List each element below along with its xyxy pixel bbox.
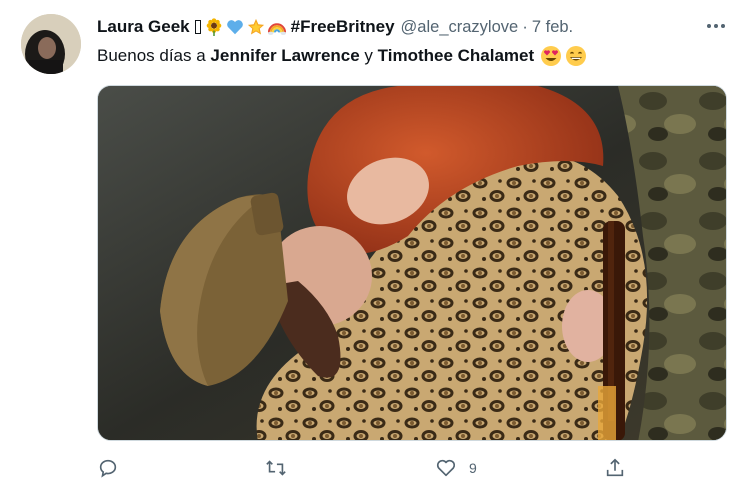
retweet-button[interactable] [265,456,287,480]
user-handle[interactable]: @ale_crazylove [401,18,519,37]
separator-dot: · [522,17,528,36]
more-options-icon[interactable] [703,16,729,36]
reply-button[interactable] [97,456,119,480]
tweet-mention-1: Jennifer Lawrence [210,46,360,65]
rainbow-emoji [267,23,286,35]
avatar[interactable] [21,14,81,74]
tweet-header: Laura Geek #FreeBritney @ale_crazylove ·… [97,15,573,39]
blue-heart-emoji [226,20,243,35]
action-bar: 9 [97,456,737,480]
sunflower-emoji [206,18,221,36]
display-name[interactable]: Laura Geek [97,17,201,37]
like-button[interactable]: 9 [435,456,477,480]
glowing-star-emoji [247,18,264,35]
reply-icon [99,459,117,478]
heart-icon [436,459,456,477]
tweet-text-connector: y [359,46,378,65]
display-name-hashtag: #FreeBritney [290,17,395,36]
share-button[interactable] [604,456,626,480]
tweet-text: Buenos días a Jennifer Lawrence y Timoth… [97,45,587,67]
like-count: 9 [469,460,477,476]
unknown-glyph [194,20,201,34]
display-name-text: Laura Geek [97,17,190,36]
grinning-emoji [566,46,587,66]
name-emojis [205,18,286,36]
heart-eyes-emoji [541,46,562,66]
share-icon [606,458,624,477]
tweet-mention-2: Timothee Chalamet [377,46,535,65]
tweet-date[interactable]: 7 feb. [532,18,573,37]
tweet-card[interactable]: Laura Geek #FreeBritney @ale_crazylove ·… [0,0,742,496]
retweet-icon [266,460,286,476]
tweet-photo[interactable] [97,85,727,441]
tweet-text-intro: Buenos días a [97,46,211,65]
